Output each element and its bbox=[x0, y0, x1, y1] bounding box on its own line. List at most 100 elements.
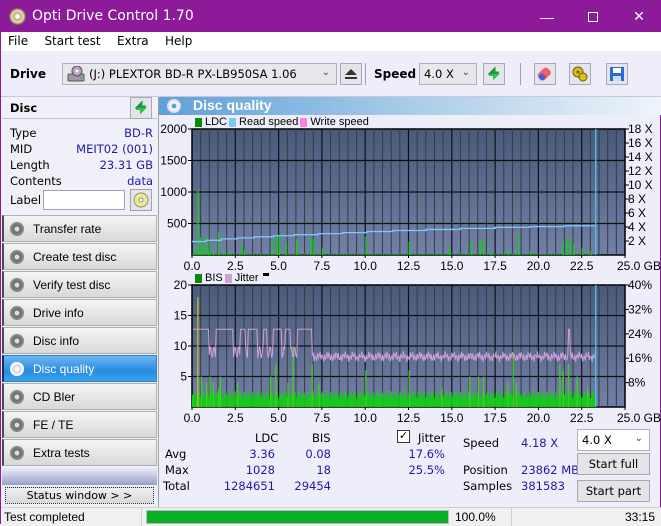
bis-base-bar bbox=[538, 392, 539, 407]
bis-base-bar bbox=[337, 398, 338, 407]
bis-base-bar bbox=[222, 396, 223, 407]
nav-item-create-test-disc[interactable]: Create test disc bbox=[2, 243, 157, 270]
ldc-base-bar bbox=[371, 254, 372, 255]
ldc-base-bar bbox=[494, 254, 495, 255]
bis-base-bar bbox=[308, 392, 309, 407]
ldc-base-bar bbox=[242, 254, 243, 255]
test-speed-select[interactable]: 4.0 X ⌄ bbox=[577, 429, 650, 451]
y-left-tick-label: 15 bbox=[174, 309, 188, 323]
ldc-base-bar bbox=[270, 254, 271, 255]
y-right-tick-label: 24% bbox=[628, 327, 652, 341]
close-button[interactable]: ✕ bbox=[616, 1, 661, 32]
bis-base-bar bbox=[498, 396, 499, 407]
menu-extra[interactable]: Extra bbox=[117, 32, 149, 48]
start-part-button[interactable]: Start part bbox=[577, 480, 650, 502]
ldc-bar bbox=[240, 246, 241, 255]
bis-base-bar bbox=[592, 392, 593, 407]
nav-item-cd-bler[interactable]: CD Bler bbox=[2, 383, 157, 410]
bis-base-bar bbox=[347, 398, 348, 407]
bis-base-bar bbox=[277, 396, 278, 407]
bis-base-bar bbox=[390, 391, 391, 407]
ldc-bar bbox=[223, 252, 224, 255]
erase-button[interactable] bbox=[534, 63, 556, 85]
bis-base-bar bbox=[375, 398, 376, 407]
bis-base-bar bbox=[394, 397, 395, 407]
bis-base-bar bbox=[324, 398, 325, 407]
nav-item-fe-te[interactable]: FE / TE bbox=[2, 411, 157, 438]
bis-base-bar bbox=[430, 398, 431, 407]
bis-base-bar bbox=[476, 398, 477, 407]
nav-item-drive-info[interactable]: Drive info bbox=[2, 299, 157, 326]
ldc-base-bar bbox=[520, 254, 521, 255]
jitter-checkbox[interactable]: ✓ bbox=[397, 430, 410, 443]
disc-label-input[interactable] bbox=[43, 190, 125, 210]
bis-base-bar bbox=[392, 394, 393, 407]
ldc-base-bar bbox=[331, 254, 332, 255]
bis-base-bar bbox=[502, 394, 503, 407]
ldc-base-bar bbox=[321, 254, 322, 255]
settings-button[interactable] bbox=[569, 63, 591, 85]
bis-base-bar bbox=[212, 391, 213, 407]
bis-base-bar bbox=[336, 394, 337, 407]
eject-button[interactable] bbox=[340, 63, 362, 85]
ldc-base-bar bbox=[545, 254, 546, 255]
bis-base-bar bbox=[581, 398, 582, 407]
menu-file[interactable]: File bbox=[8, 32, 28, 48]
drive-select[interactable]: (J:) PLEXTOR BD-R PX-LB950SA 1.06 ⌄ bbox=[62, 63, 337, 85]
bis-base-bar bbox=[416, 397, 417, 407]
bis-base-bar bbox=[439, 398, 440, 407]
disc-refresh-button[interactable] bbox=[130, 97, 152, 119]
menu-help[interactable]: Help bbox=[165, 32, 192, 48]
disc-label-button[interactable] bbox=[130, 189, 152, 211]
bis-base-bar bbox=[290, 391, 291, 407]
bis-bar bbox=[568, 364, 569, 407]
ldc-base-bar bbox=[289, 254, 290, 255]
bis-base-bar bbox=[343, 398, 344, 407]
nav-item-verify-test-disc[interactable]: Verify test disc bbox=[2, 271, 157, 298]
ldc-base-bar bbox=[498, 254, 499, 255]
nav-item-extra-tests[interactable]: Extra tests bbox=[2, 439, 157, 466]
refresh-button[interactable] bbox=[483, 63, 505, 85]
nav-disc-icon bbox=[10, 278, 24, 292]
bis-base-bar bbox=[558, 398, 559, 407]
bis-base-bar bbox=[307, 392, 308, 407]
maximize-button[interactable] bbox=[570, 1, 616, 32]
x-tick-label: 0.0 bbox=[184, 411, 201, 425]
jitter-checkbox-label: Jitter bbox=[418, 431, 445, 445]
nav-item-disc-info[interactable]: Disc info bbox=[2, 327, 157, 354]
bis-base-bar bbox=[323, 395, 324, 407]
ldc-base-bar bbox=[572, 254, 573, 255]
ldc-base-bar bbox=[428, 254, 429, 255]
x-tick-label: 2.5 bbox=[227, 259, 244, 273]
ldc-base-bar bbox=[217, 254, 218, 255]
bis-base-bar bbox=[531, 398, 532, 407]
legend-marker bbox=[263, 273, 269, 276]
bis-base-bar bbox=[257, 391, 258, 407]
row-total-label: Total bbox=[163, 479, 190, 493]
bis-base-bar bbox=[495, 393, 496, 407]
ldc-base-bar bbox=[238, 254, 239, 255]
ldc-bar bbox=[582, 247, 583, 255]
status-window-button[interactable]: Status window > > bbox=[5, 487, 154, 504]
bis-base-bar bbox=[380, 396, 381, 407]
bis-base-bar bbox=[381, 391, 382, 407]
bis-base-bar bbox=[203, 395, 204, 407]
minimize-button[interactable]: — bbox=[524, 1, 570, 32]
save-button[interactable] bbox=[606, 63, 628, 85]
ldc-bar bbox=[310, 237, 311, 255]
drive-select-value: (J:) PLEXTOR BD-R PX-LB950SA 1.06 bbox=[89, 67, 297, 81]
speed-select[interactable]: 4.0 X ⌄ bbox=[419, 63, 477, 85]
bis-base-bar bbox=[415, 398, 416, 407]
bis-base-bar bbox=[369, 394, 370, 407]
nav-item-label: CD Bler bbox=[33, 390, 75, 404]
bis-base-bar bbox=[486, 394, 487, 407]
start-full-button[interactable]: Start full bbox=[577, 453, 650, 475]
nav-item-disc-quality[interactable]: Disc quality bbox=[2, 355, 157, 382]
bis-base-bar bbox=[395, 392, 396, 407]
menu-start-test[interactable]: Start test bbox=[44, 32, 100, 48]
nav-item-transfer-rate[interactable]: Transfer rate bbox=[2, 215, 157, 242]
ldc-base-bar bbox=[519, 254, 520, 255]
ldc-base-bar bbox=[346, 254, 347, 255]
bis-bar bbox=[220, 377, 221, 408]
bis-base-bar bbox=[526, 398, 527, 407]
